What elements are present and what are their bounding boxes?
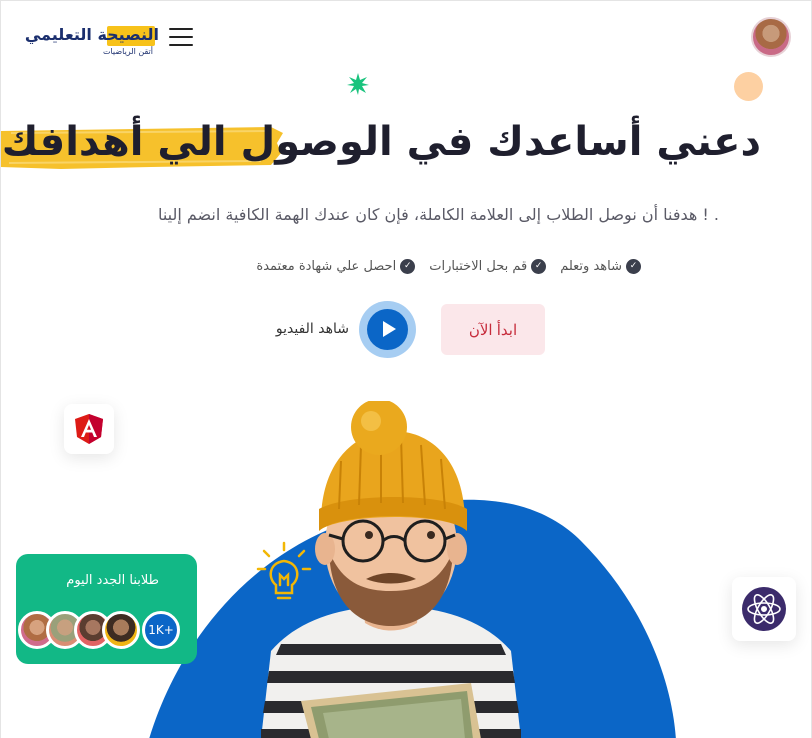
- hamburger-menu-icon[interactable]: [169, 27, 193, 47]
- watch-video-group[interactable]: شاهد الفيديو: [265, 301, 416, 359]
- atom-tile: [732, 577, 796, 641]
- sparkle-star-icon: [347, 73, 369, 95]
- feature-item: ✓ احصل علي شهادة معتمدة: [256, 259, 416, 274]
- hero-headline: دعني أساعدك في الوصول الي أهدافك: [1, 119, 761, 165]
- play-button-core: [367, 309, 408, 350]
- play-video-button[interactable]: [359, 301, 416, 358]
- new-students-title: طلابنا الجدد اليوم: [66, 573, 159, 588]
- play-icon: [383, 321, 396, 337]
- angular-icon: [75, 414, 103, 444]
- atom-icon: [742, 587, 786, 631]
- check-badge-icon: ✓: [400, 259, 416, 274]
- hero-student-illustration: [261, 401, 521, 738]
- feature-list: ✓ شاهد وتعلم ✓ قم بحل الاختبارات ✓ احصل …: [256, 259, 641, 274]
- page-frame: النصيحة التعليمي أتقن الرياضيات دعني أسا…: [0, 0, 812, 738]
- feature-item: ✓ شاهد وتعلم: [560, 259, 641, 274]
- students-count-badge: 1K+: [142, 611, 180, 649]
- watch-video-label[interactable]: شاهد الفيديو: [276, 321, 349, 337]
- angular-tile: [64, 404, 114, 454]
- new-students-card: طلابنا الجدد اليوم 1K+: [16, 554, 197, 664]
- feature-label: احصل علي شهادة معتمدة: [256, 259, 397, 274]
- check-badge-icon: ✓: [531, 259, 547, 274]
- decorative-circle: [734, 72, 763, 101]
- site-logo[interactable]: النصيحة التعليمي أتقن الرياضيات: [25, 23, 161, 61]
- check-badge-icon: ✓: [626, 259, 641, 274]
- feature-label: شاهد وتعلم: [560, 259, 622, 274]
- hero-subtitle: . ! هدفنا أن نوصل الطلاب إلى العلامة الك…: [157, 205, 719, 224]
- logo-title: النصيحة التعليمي: [24, 25, 159, 44]
- student-avatar: [102, 611, 140, 649]
- user-avatar[interactable]: [751, 17, 791, 57]
- feature-item: ✓ قم بحل الاختبارات: [429, 259, 547, 274]
- start-now-button[interactable]: ابدأ الآن: [441, 304, 545, 355]
- feature-label: قم بحل الاختبارات: [429, 259, 528, 274]
- logo-subtitle: أتقن الرياضيات: [102, 47, 153, 56]
